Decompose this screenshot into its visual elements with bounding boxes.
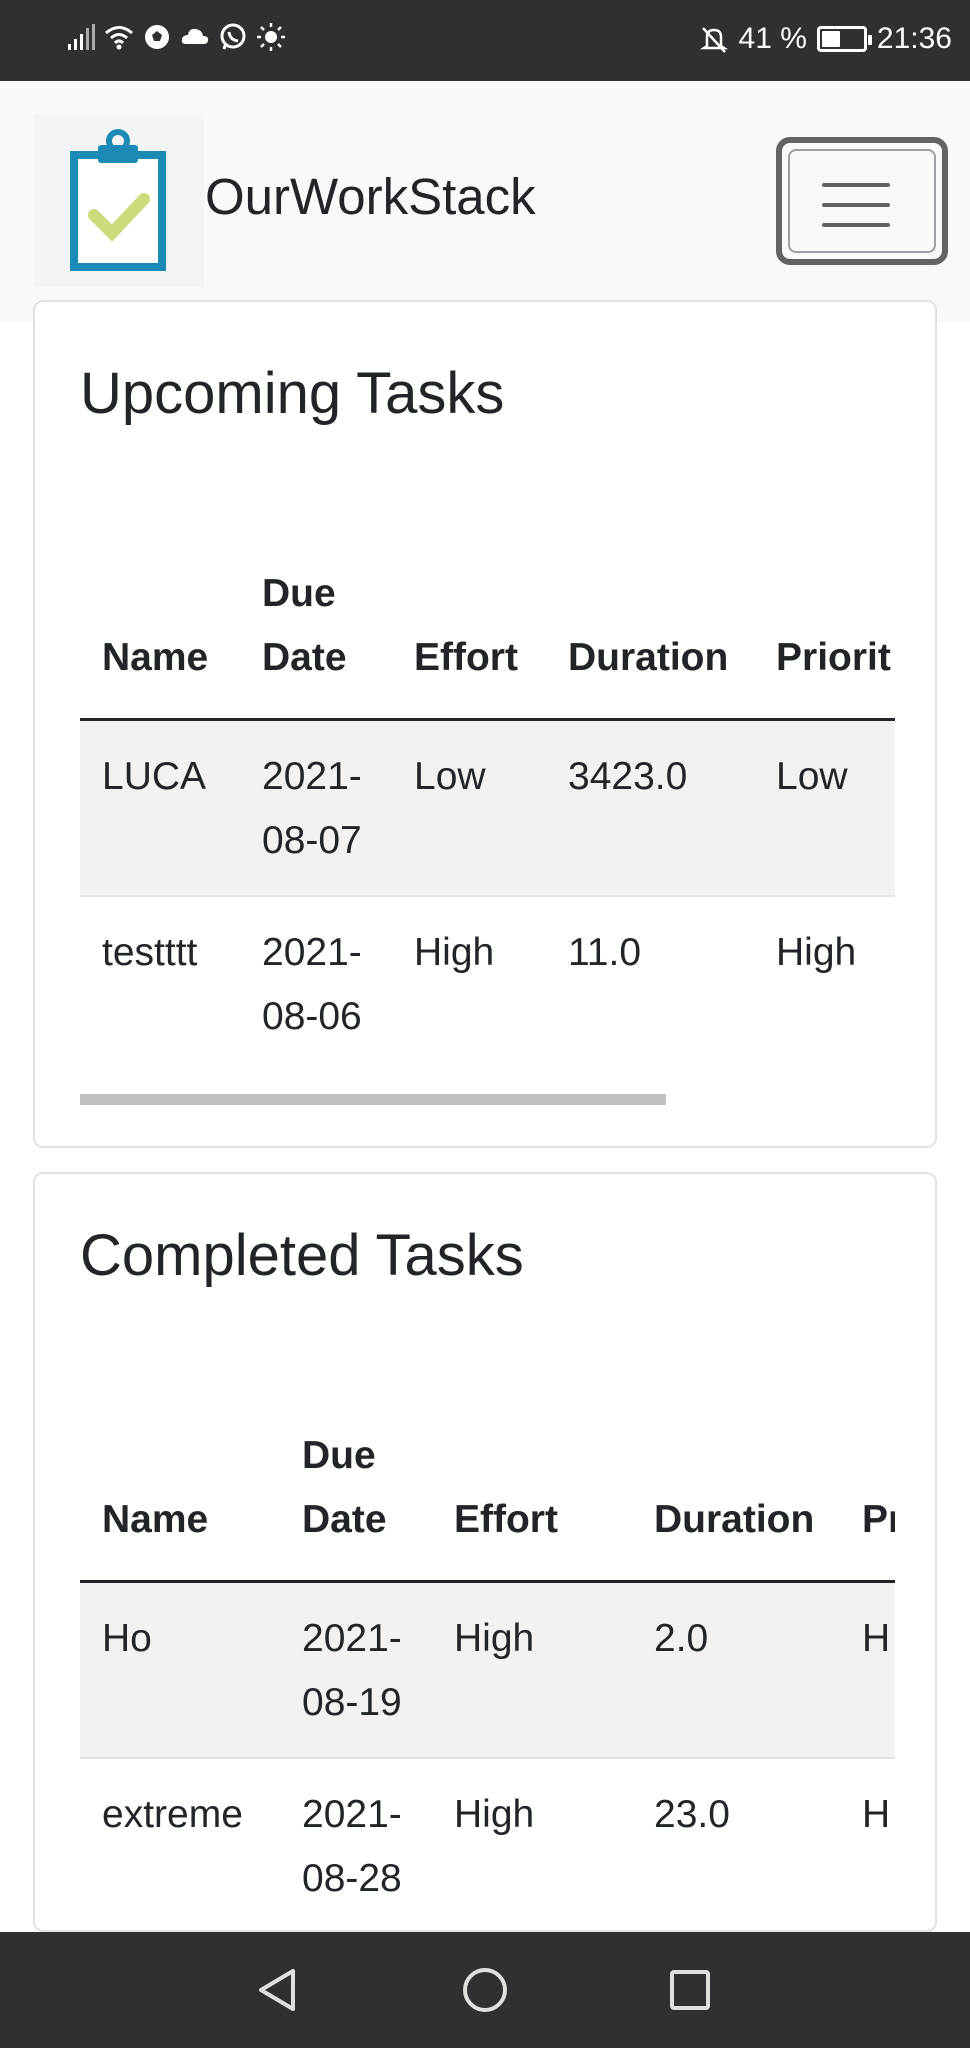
top-navbar: OurWorkStack [0,81,970,323]
completed-tasks-card: Completed Tasks Name Due Date Effort Dur… [33,1172,937,1932]
cell-priority: Low [754,719,895,897]
cell-due-date: 2021-08-07 [240,719,392,897]
cell-priority: H [840,1757,895,1930]
cell-name: testttt [80,895,240,1062]
back-button[interactable] [246,1958,310,2022]
cell-due-date: 2021-08-06 [240,895,392,1062]
col-due-date: Due Date [280,1424,432,1583]
col-name: Name [80,1424,280,1583]
clipboard-check-icon [70,129,166,271]
home-circle-icon [463,1968,507,2012]
completed-tasks-title: Completed Tasks [80,1223,524,1288]
cell-name: Ho [80,1581,280,1759]
completed-tasks-table: Name Due Date Effort Duration Pr Ho 2021… [80,1424,895,1930]
table-row: Ho 2021-08-19 High 2.0 H [80,1581,895,1759]
status-left-icons [66,22,286,52]
cell-due-date: 2021-08-28 [280,1757,432,1930]
back-triangle-icon [259,1969,295,2011]
navbar-toggle-button[interactable] [776,137,948,265]
whatsapp-icon [220,23,246,50]
cell-duration: 23.0 [632,1757,840,1930]
battery-percent: 41 % [738,22,807,55]
cell-due-date: 2021-08-19 [280,1581,432,1759]
col-name: Name [80,562,240,721]
signal-icon [68,24,95,50]
brand-name[interactable]: OurWorkStack [205,167,536,226]
col-priority: Priorit [754,562,895,721]
table-row: LUCA 2021-08-07 Low 3423.0 Low [80,719,895,897]
col-effort: Effort [392,562,546,721]
cell-priority: H [840,1581,895,1759]
cell-effort: High [392,895,546,1062]
upcoming-tasks-table-scroll[interactable]: Name Due Date Effort Duration Priorit LU… [80,562,895,1062]
brand-logo-link[interactable] [34,115,204,287]
cell-effort: High [432,1581,632,1759]
clock: 21:36 [876,22,952,55]
status-right: 41 % 21:36 [699,22,952,56]
cloud-icon [181,28,209,44]
upcoming-tasks-title: Upcoming Tasks [80,361,505,426]
cell-priority: High [754,895,895,1062]
cell-name: LUCA [80,719,240,897]
table-header-row: Name Due Date Effort Duration Pr [80,1424,895,1583]
table-row: extreme 2021-08-28 High 23.0 H [80,1757,895,1930]
table-row: testttt 2021-08-06 High 11.0 High [80,895,895,1062]
soccer-ball-icon [145,25,169,49]
cell-duration: 11.0 [546,895,754,1062]
completed-tasks-table-scroll[interactable]: Name Due Date Effort Duration Pr Ho 2021… [80,1424,895,1930]
col-effort: Effort [432,1424,632,1583]
toggle-focus-ring [788,149,936,253]
upcoming-tasks-table: Name Due Date Effort Duration Priorit LU… [80,562,895,1062]
cell-effort: Low [392,719,546,897]
table-header-row: Name Due Date Effort Duration Priorit [80,562,895,721]
col-duration: Duration [632,1424,840,1583]
wifi-icon [105,26,133,50]
battery-icon [816,26,872,52]
horizontal-scrollbar[interactable] [80,1094,666,1105]
status-bar: 41 % 21:36 [0,0,970,81]
home-button[interactable] [453,1958,517,2022]
upcoming-tasks-card: Upcoming Tasks Name Due Date Effort Dura… [33,300,937,1148]
brightness-icon [257,23,285,51]
system-navigation-bar [0,1932,970,2048]
cell-name: extreme [80,1757,280,1930]
recents-square-icon [670,1970,710,2010]
cell-duration: 2.0 [632,1581,840,1759]
col-duration: Duration [546,562,754,721]
col-due-date: Due Date [240,562,392,721]
mute-notifications-icon [699,27,728,53]
cell-duration: 3423.0 [546,719,754,897]
recents-button[interactable] [658,1958,722,2022]
col-priority: Pr [840,1424,895,1583]
cell-effort: High [432,1757,632,1930]
